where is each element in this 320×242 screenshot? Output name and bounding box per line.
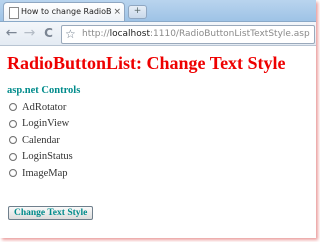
- radio-label[interactable]: LoginView: [22, 118, 69, 129]
- radio-button[interactable]: [9, 119, 17, 128]
- tab-close-icon[interactable]: ×: [113, 3, 121, 21]
- radio-option-loginview[interactable]: LoginView: [9, 116, 73, 133]
- radio-option-loginstatus[interactable]: LoginStatus: [9, 149, 73, 166]
- section-heading: asp.net Controls: [7, 85, 81, 96]
- tab-strip: How to change RadioButto... × +: [0, 0, 316, 22]
- star-icon[interactable]: ☆: [65, 26, 76, 43]
- radio-option-calendar[interactable]: Calendar: [9, 132, 73, 149]
- radio-option-imagemap[interactable]: ImageMap: [9, 165, 73, 182]
- change-text-style-button[interactable]: Change Text Style: [8, 206, 94, 220]
- url-text[interactable]: http://localhost:1110/RadioButtonListTex…: [82, 26, 310, 43]
- radio-label[interactable]: LoginStatus: [22, 151, 73, 162]
- browser-toolbar: ← → C ☆ http://localhost:1110/RadioButto…: [0, 22, 316, 46]
- radio-button-list: AdRotator LoginView Calendar LoginStatus…: [9, 99, 73, 182]
- page-content: RadioButtonList: Change Text Style asp.n…: [0, 46, 316, 238]
- new-tab-button[interactable]: +: [128, 5, 147, 19]
- page-title: RadioButtonList: Change Text Style: [7, 53, 286, 73]
- url-prefix: http://: [82, 29, 110, 39]
- radio-button[interactable]: [9, 152, 17, 161]
- radio-label[interactable]: AdRotator: [22, 102, 66, 113]
- url-host: localhost: [109, 29, 150, 39]
- browser-tab[interactable]: How to change RadioButto... ×: [3, 2, 125, 21]
- reload-icon[interactable]: C: [40, 25, 57, 42]
- url-path: :1110/RadioButtonListTextStyle.aspx: [149, 29, 310, 39]
- browser-window: How to change RadioButto... × + ← → C ☆ …: [0, 0, 316, 238]
- tab-title: How to change RadioButto...: [21, 7, 111, 16]
- radio-option-adrotator[interactable]: AdRotator: [9, 99, 73, 116]
- radio-button[interactable]: [9, 103, 17, 112]
- radio-button[interactable]: [9, 136, 17, 145]
- radio-button[interactable]: [9, 169, 17, 178]
- back-arrow-icon[interactable]: ←: [3, 25, 20, 42]
- address-bar[interactable]: ☆ http://localhost:1110/RadioButtonListT…: [61, 25, 315, 44]
- radio-label[interactable]: ImageMap: [22, 168, 67, 179]
- radio-label[interactable]: Calendar: [22, 135, 60, 146]
- page-icon: [9, 7, 19, 19]
- forward-arrow-icon[interactable]: →: [21, 25, 38, 42]
